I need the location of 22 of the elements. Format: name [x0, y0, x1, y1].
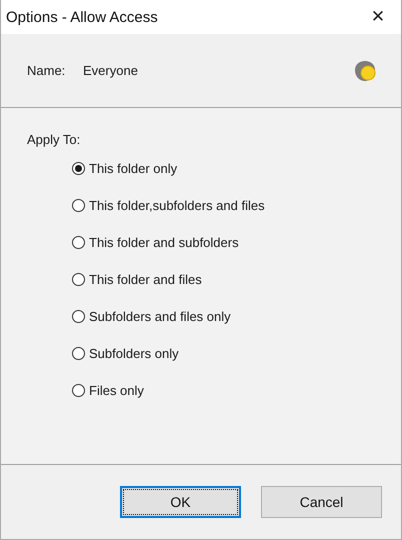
radio-button[interactable] — [72, 162, 85, 175]
radio-option[interactable]: This folder and subfolders — [72, 235, 401, 250]
radio-option[interactable]: This folder only — [72, 161, 401, 176]
radio-option[interactable]: This folder,subfolders and files — [72, 198, 401, 213]
apply-to-label: Apply To: — [27, 132, 82, 147]
radio-button[interactable] — [72, 199, 85, 212]
radio-button[interactable] — [72, 273, 85, 286]
close-button[interactable]: ✕ — [355, 0, 401, 34]
radio-option[interactable]: Files only — [72, 383, 401, 398]
radio-button[interactable] — [72, 347, 85, 360]
radio-option[interactable]: This folder and files — [72, 272, 401, 287]
radio-button[interactable] — [72, 384, 85, 397]
dialog-button[interactable]: Cancel — [261, 486, 382, 518]
users-icon — [354, 60, 376, 80]
default-button[interactable]: OK — [120, 486, 241, 518]
radio-button[interactable] — [72, 310, 85, 323]
radio-option[interactable]: Subfolders only — [72, 346, 401, 361]
radio-option[interactable]: Subfolders and files only — [72, 309, 401, 324]
name-value: Everyone — [83, 63, 138, 78]
name-label: Name: — [27, 63, 66, 78]
radio-button[interactable] — [72, 236, 85, 249]
window-title: Options - Allow Access — [6, 8, 158, 26]
